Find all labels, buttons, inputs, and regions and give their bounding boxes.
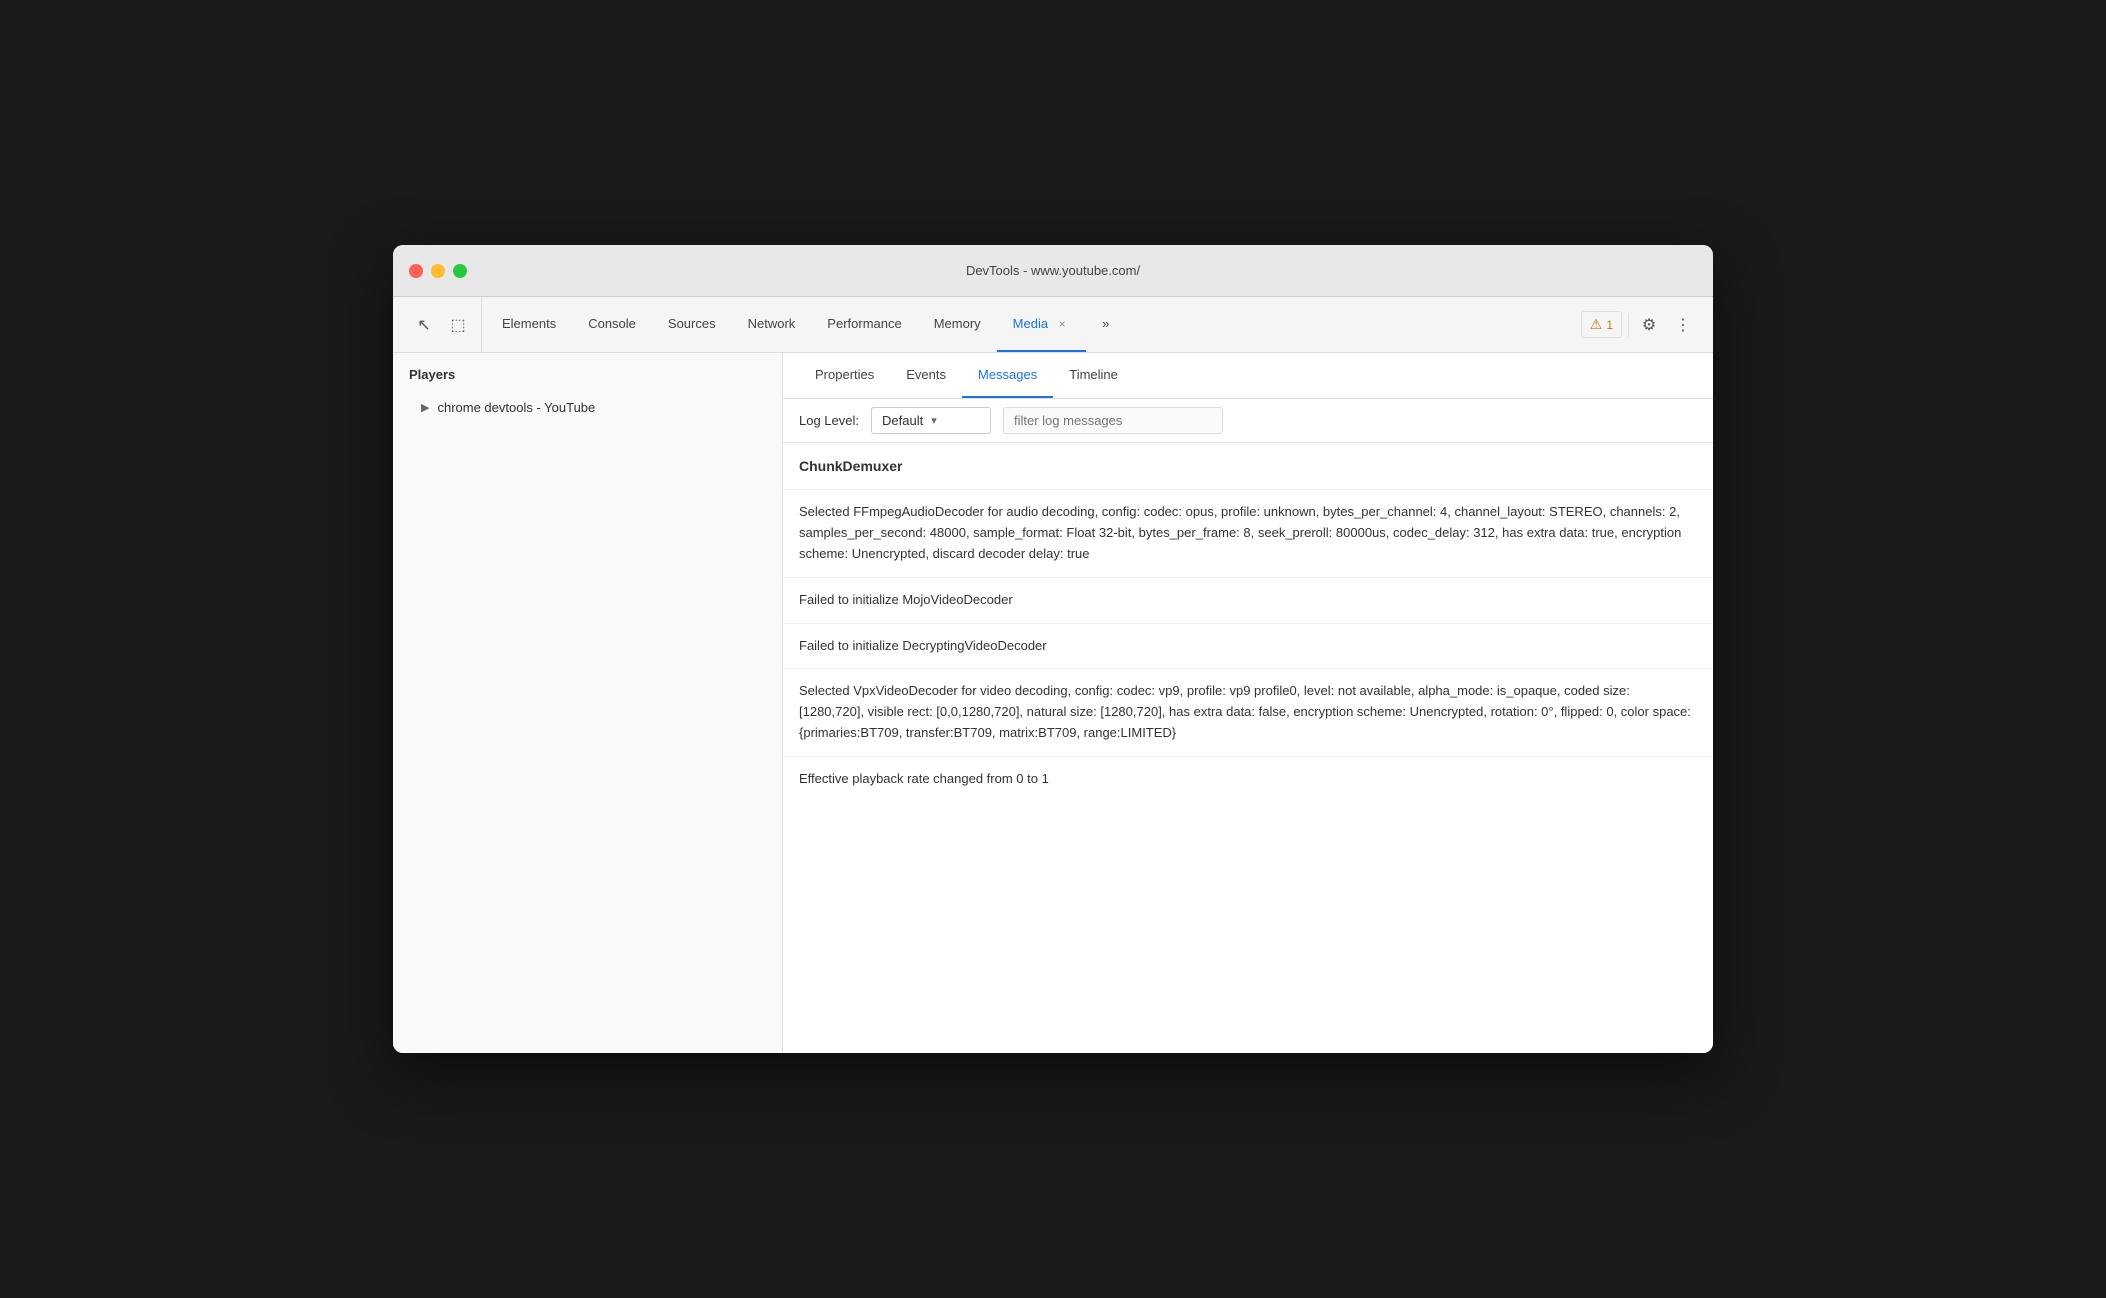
settings-button[interactable]: ⚙ xyxy=(1635,311,1663,339)
more-options-button[interactable]: ⋮ xyxy=(1669,311,1697,339)
message-row: Effective playback rate changed from 0 t… xyxy=(783,757,1713,802)
inspect-icon: ⬚ xyxy=(450,315,465,335)
toolbar-right: ⚠ 1 ⚙ ⋮ xyxy=(1573,297,1705,352)
message-text: Failed to initialize DecryptingVideoDeco… xyxy=(799,638,1047,653)
message-row: Selected VpxVideoDecoder for video decod… xyxy=(783,669,1713,756)
tab-sources[interactable]: Sources xyxy=(652,297,732,352)
message-row: Failed to initialize MojoVideoDecoder xyxy=(783,578,1713,624)
dropdown-arrow-icon: ▾ xyxy=(931,414,937,427)
tab-memory[interactable]: Memory xyxy=(918,297,997,352)
settings-icon: ⚙ xyxy=(1642,315,1656,335)
log-level-label: Log Level: xyxy=(799,413,859,428)
cursor-icon: ↖ xyxy=(417,315,430,335)
warning-icon: ⚠ xyxy=(1590,316,1603,333)
more-tabs-icon: » xyxy=(1102,316,1109,331)
maximize-button[interactable] xyxy=(453,264,467,278)
title-bar: DevTools - www.youtube.com/ xyxy=(393,245,1713,297)
subtab-events[interactable]: Events xyxy=(890,353,962,398)
sidebar-item-youtube[interactable]: ▶ chrome devtools - YouTube xyxy=(393,392,782,423)
tab-performance[interactable]: Performance xyxy=(811,297,917,352)
divider xyxy=(1628,313,1629,337)
tab-media[interactable]: Media × xyxy=(997,297,1086,352)
sidebar: Players ▶ chrome devtools - YouTube xyxy=(393,353,783,1053)
message-row: ChunkDemuxer xyxy=(783,443,1713,490)
filter-bar: Log Level: Default ▾ xyxy=(783,399,1713,443)
cursor-tool-button[interactable]: ↖ xyxy=(409,310,439,340)
filter-log-input[interactable] xyxy=(1003,407,1223,434)
log-level-value: Default xyxy=(882,413,923,428)
traffic-lights xyxy=(409,264,467,278)
warning-badge[interactable]: ⚠ 1 xyxy=(1581,311,1622,338)
warning-count: 1 xyxy=(1606,318,1613,332)
inspect-tool-button[interactable]: ⬚ xyxy=(443,310,473,340)
expand-arrow-icon: ▶ xyxy=(421,401,429,414)
message-text: Failed to initialize MojoVideoDecoder xyxy=(799,592,1013,607)
message-text: Selected FFmpegAudioDecoder for audio de… xyxy=(799,504,1681,561)
toolbar: ↖ ⬚ Elements Console Sources Network Per… xyxy=(393,297,1713,353)
tab-console[interactable]: Console xyxy=(572,297,652,352)
message-row: Selected FFmpegAudioDecoder for audio de… xyxy=(783,490,1713,577)
sidebar-item-label: chrome devtools - YouTube xyxy=(437,400,595,415)
minimize-button[interactable] xyxy=(431,264,445,278)
sub-tabs: Properties Events Messages Timeline xyxy=(783,353,1713,399)
log-level-select[interactable]: Default ▾ xyxy=(871,407,991,434)
message-text: ChunkDemuxer xyxy=(799,458,902,474)
message-text: Effective playback rate changed from 0 t… xyxy=(799,771,1049,786)
sidebar-header: Players xyxy=(393,353,782,392)
close-button[interactable] xyxy=(409,264,423,278)
message-row: Failed to initialize DecryptingVideoDeco… xyxy=(783,624,1713,670)
toolbar-tabs: Elements Console Sources Network Perform… xyxy=(486,297,1573,352)
tab-network[interactable]: Network xyxy=(732,297,812,352)
window-title: DevTools - www.youtube.com/ xyxy=(966,263,1140,278)
subtab-timeline[interactable]: Timeline xyxy=(1053,353,1134,398)
more-tabs-button[interactable]: » xyxy=(1086,297,1125,352)
subtab-properties[interactable]: Properties xyxy=(799,353,890,398)
tab-media-close[interactable]: × xyxy=(1054,316,1070,332)
main-content: Players ▶ chrome devtools - YouTube Prop… xyxy=(393,353,1713,1053)
message-text: Selected VpxVideoDecoder for video decod… xyxy=(799,683,1691,740)
messages-list: ChunkDemuxer Selected FFmpegAudioDecoder… xyxy=(783,443,1713,1053)
toolbar-icons: ↖ ⬚ xyxy=(401,297,482,352)
subtab-messages[interactable]: Messages xyxy=(962,353,1053,398)
devtools-window: DevTools - www.youtube.com/ ↖ ⬚ Elements… xyxy=(393,245,1713,1053)
panel: Properties Events Messages Timeline Log … xyxy=(783,353,1713,1053)
more-options-icon: ⋮ xyxy=(1675,315,1691,335)
tab-elements[interactable]: Elements xyxy=(486,297,572,352)
